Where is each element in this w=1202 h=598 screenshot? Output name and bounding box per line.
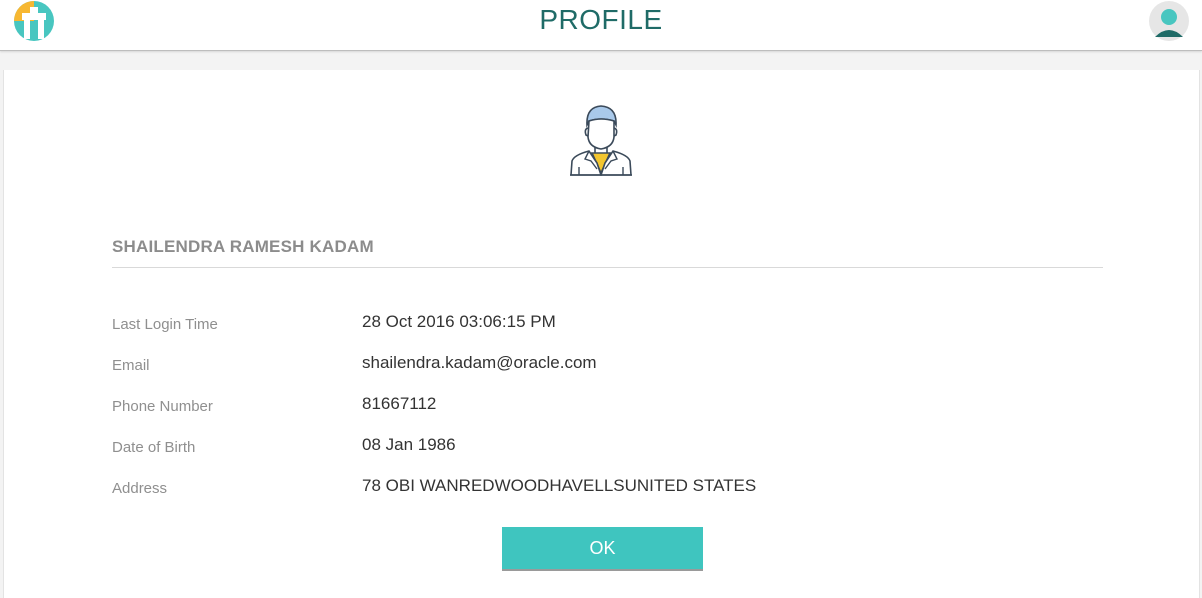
page-title: PROFILE [539,4,663,35]
top-bar: PROFILE [0,0,1202,51]
user-avatar-icon[interactable] [1148,0,1190,42]
detail-value: 28 Oct 2016 03:06:15 PM [362,312,556,331]
detail-row-address: Address 78 OBI WANREDWOODHAVELLSUNITED S… [112,476,1102,506]
detail-label: Last Login Time [112,316,218,333]
detail-row-last-login: Last Login Time 28 Oct 2016 03:06:15 PM [112,312,1102,342]
detail-label: Email [112,357,150,374]
detail-row-phone: Phone Number 81667112 [112,394,1102,424]
ok-button[interactable]: OK [502,527,703,571]
person-avatar-icon [567,103,635,177]
detail-label: Address [112,480,168,497]
detail-row-email: Email shailendra.kadam@oracle.com [112,353,1102,383]
detail-label: Date of Birth [112,439,196,456]
detail-value: 81667112 [362,394,437,413]
detail-value: 08 Jan 1986 [362,435,456,454]
detail-value: shailendra.kadam@oracle.com [362,353,597,372]
profile-card: SHAILENDRA RAMESH KADAM Last Login Time … [3,70,1200,598]
name-divider [112,267,1103,268]
detail-value: 78 OBI WANREDWOODHAVELLSUNITED STATES [362,476,757,495]
detail-label: Phone Number [112,398,213,415]
detail-row-dob: Date of Birth 08 Jan 1986 [112,435,1102,465]
user-full-name: SHAILENDRA RAMESH KADAM [112,237,374,256]
